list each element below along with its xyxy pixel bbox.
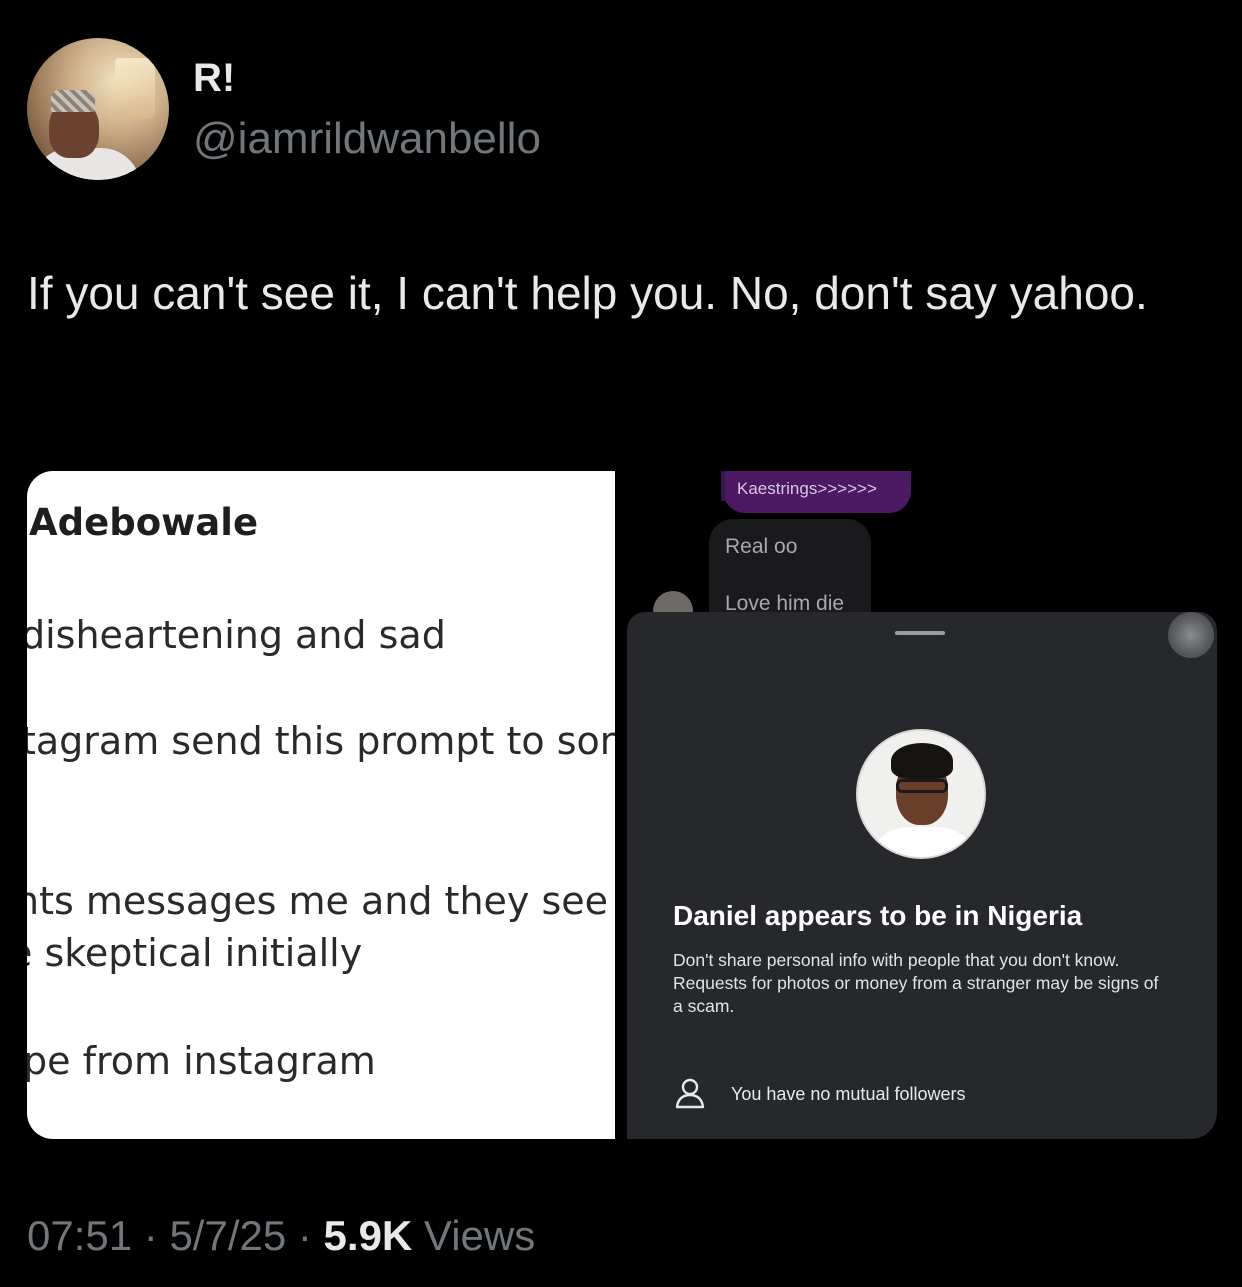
author-handle[interactable]: @iamrildwanbello [193,114,541,164]
floating-dot-icon [1168,612,1214,658]
photo-glasses [896,779,948,793]
chat-bubble-sent: Kaestrings>>>>>> [721,471,911,513]
views-count[interactable]: 5.9K [324,1212,413,1259]
avatar-background [115,58,155,118]
attached-image-right[interactable]: Kaestrings>>>>>> Real oo Love him die Da… [627,471,1217,1139]
person-icon [675,1078,705,1109]
sheet-grabber-handle[interactable] [895,631,945,635]
screenshot-title: Adebowale [29,501,259,544]
photo-hair [891,743,953,779]
screenshot-line: pe from instagram [27,1039,376,1083]
chat-message: Real oo [725,535,798,558]
tweet-date[interactable]: 5/7/25 [169,1212,286,1259]
photo-shirt [868,827,978,857]
screenshot-line: disheartening and sad [27,613,446,657]
tweet-metadata: 07:51 · 5/7/25 · 5.9K Views [27,1212,535,1260]
safety-notice-sheet: Daniel appears to be in Nigeria Don't sh… [627,612,1217,1139]
mutual-followers-text: You have no mutual followers [731,1084,966,1104]
separator: · [132,1212,170,1259]
bubble-edge [721,471,725,501]
tweet-text: If you can't see it, I can't help you. N… [27,267,1148,319]
sheet-body: Don't share personal info with people th… [673,950,1159,1016]
avatar-cap [51,90,95,112]
separator: · [286,1212,324,1259]
screenshot-line: tagram send this prompt to som [27,719,615,763]
author-display-name[interactable]: R! [193,56,235,101]
screenshot-line: e skeptical initially [27,931,363,975]
screenshot-line: nts messages me and they see th [27,879,615,923]
tweet-time[interactable]: 07:51 [27,1212,132,1259]
profile-photo [856,729,986,859]
attached-image-left[interactable]: Adebowale disheartening and sad tagram s… [27,471,615,1139]
views-label: Views [412,1212,536,1259]
author-avatar[interactable] [27,38,169,180]
chat-message: Kaestrings>>>>>> [737,479,877,498]
sheet-title: Daniel appears to be in Nigeria [673,900,1083,931]
